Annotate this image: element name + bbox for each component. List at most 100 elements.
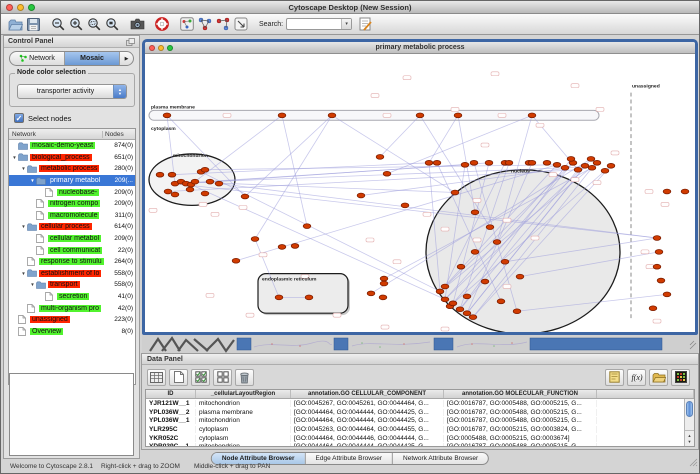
search-input[interactable]: [287, 19, 341, 29]
network-node[interactable]: [383, 171, 391, 176]
network-node[interactable]: [436, 289, 444, 294]
network-node[interactable]: [201, 191, 209, 196]
notes-icon[interactable]: [605, 369, 624, 386]
search-dropdown-icon[interactable]: ▾: [341, 19, 351, 29]
network-node[interactable]: [481, 279, 489, 284]
network-node[interactable]: [497, 299, 505, 304]
network-node[interactable]: [441, 297, 449, 302]
network-node[interactable]: [461, 162, 469, 167]
network-edge[interactable]: [380, 115, 420, 157]
tree-row[interactable]: nucleobase-209(0): [9, 186, 135, 198]
network-node[interactable]: [471, 249, 479, 254]
maximize-window-button[interactable]: [28, 4, 35, 11]
tree-row[interactable]: secretion41(0): [9, 291, 135, 303]
matrix-icon[interactable]: [671, 369, 690, 386]
column-header[interactable]: annotation.GO MOLECULAR_FUNCTION: [444, 390, 597, 398]
save-session-icon[interactable]: [24, 16, 42, 33]
minimize-window-button[interactable]: [17, 4, 24, 11]
network-node[interactable]: [471, 210, 479, 215]
network-node[interactable]: [215, 181, 223, 186]
network-node[interactable]: [367, 291, 375, 296]
network-node[interactable]: [206, 179, 214, 184]
tree-row[interactable]: macromolecule311(0): [9, 210, 135, 222]
network-node[interactable]: [567, 156, 575, 161]
tree-row[interactable]: ▼transport558(0): [9, 279, 135, 291]
network-node[interactable]: [663, 189, 671, 194]
network-node[interactable]: [401, 203, 409, 208]
network-view-titlebar[interactable]: primary metabolic process: [145, 42, 695, 54]
network-node[interactable]: [328, 113, 336, 118]
scroll-up-icon[interactable]: ▲: [688, 433, 692, 438]
expander-icon[interactable]: ▼: [20, 166, 27, 171]
network-node[interactable]: [581, 163, 589, 168]
network-node[interactable]: [513, 309, 521, 314]
network-overview-icon[interactable]: [178, 16, 196, 33]
network-node[interactable]: [463, 311, 471, 316]
network-node[interactable]: [168, 172, 176, 177]
column-header[interactable]: _cellularLayoutRegion: [196, 390, 291, 398]
network-node[interactable]: [163, 113, 171, 118]
network-node[interactable]: [451, 190, 459, 195]
network-node[interactable]: [587, 156, 595, 161]
strip-resize-grip[interactable]: [690, 341, 696, 349]
help-icon[interactable]: [153, 16, 171, 33]
formula-builder-icon[interactable]: f(x): [627, 369, 646, 386]
network-node[interactable]: [505, 160, 513, 165]
network-node[interactable]: [485, 160, 493, 165]
open-file-icon[interactable]: [6, 16, 24, 33]
network-node[interactable]: [681, 189, 689, 194]
network-node[interactable]: [376, 155, 384, 160]
network-node[interactable]: [305, 295, 313, 300]
network-node[interactable]: [561, 165, 569, 170]
network-node[interactable]: [449, 301, 457, 306]
birdseye-view[interactable]: [9, 373, 134, 456]
network-node[interactable]: [191, 179, 199, 184]
network-node[interactable]: [379, 295, 387, 300]
network-node[interactable]: [441, 284, 449, 289]
attribute-table-icon[interactable]: [147, 369, 166, 386]
network-node[interactable]: [278, 245, 286, 250]
minimized-window-bar[interactable]: [237, 338, 251, 350]
network-node[interactable]: [241, 194, 249, 199]
network-node[interactable]: [657, 278, 665, 283]
table-row[interactable]: YPL036W__2plasma membrane[GO:0044464, GO…: [146, 408, 694, 417]
network-minimize-button[interactable]: [158, 45, 164, 51]
network-node[interactable]: [291, 244, 299, 249]
delete-attribute-icon[interactable]: [235, 369, 254, 386]
network-node[interactable]: [251, 237, 259, 242]
network-node[interactable]: [433, 160, 441, 165]
select-attributes-icon[interactable]: [191, 369, 210, 386]
tree-column-nodes[interactable]: Nodes: [103, 131, 135, 138]
table-row[interactable]: YJR121W__1mitochondrion[GO:0045267, GO:0…: [146, 399, 694, 408]
network-node[interactable]: [463, 294, 471, 299]
network-node[interactable]: [164, 189, 172, 194]
float-panel-icon[interactable]: [126, 33, 135, 51]
network-node[interactable]: [470, 160, 478, 165]
network-node[interactable]: [649, 306, 657, 311]
network-node[interactable]: [653, 264, 661, 269]
tree-row[interactable]: cell communicat22(0): [9, 244, 135, 256]
table-row[interactable]: YPL036W__1mitochondrion[GO:0044464, GO:0…: [146, 416, 694, 425]
network-node[interactable]: [607, 163, 615, 168]
layout-red-icon[interactable]: [214, 16, 232, 33]
tree-row[interactable]: unassigned223(0): [9, 314, 135, 326]
tree-row[interactable]: ▼biological_process651(0): [9, 152, 135, 164]
tree-row[interactable]: ▼primary metabol209(...: [9, 175, 135, 187]
tab-network-attribute-browser[interactable]: Network Attribute Browser: [393, 453, 488, 464]
network-node[interactable]: [454, 113, 462, 118]
network-node[interactable]: [486, 225, 494, 230]
expander-icon[interactable]: ▼: [11, 155, 18, 160]
layout-blue-icon[interactable]: [196, 16, 214, 33]
close-window-button[interactable]: [6, 4, 13, 11]
network-node[interactable]: [553, 162, 561, 167]
tab-network[interactable]: Network: [10, 52, 65, 65]
scroll-down-icon[interactable]: ▼: [688, 439, 692, 444]
network-edge[interactable]: [429, 115, 458, 162]
network-node[interactable]: [528, 160, 536, 165]
scrollbar-thumb[interactable]: [686, 401, 693, 417]
network-close-button[interactable]: [149, 45, 155, 51]
tree-row[interactable]: Overview8(0): [9, 326, 135, 338]
tree-row[interactable]: mosaic-demo-yeast874(0): [9, 140, 135, 152]
zoom-in-icon[interactable]: [67, 16, 85, 33]
network-node[interactable]: [593, 160, 601, 165]
